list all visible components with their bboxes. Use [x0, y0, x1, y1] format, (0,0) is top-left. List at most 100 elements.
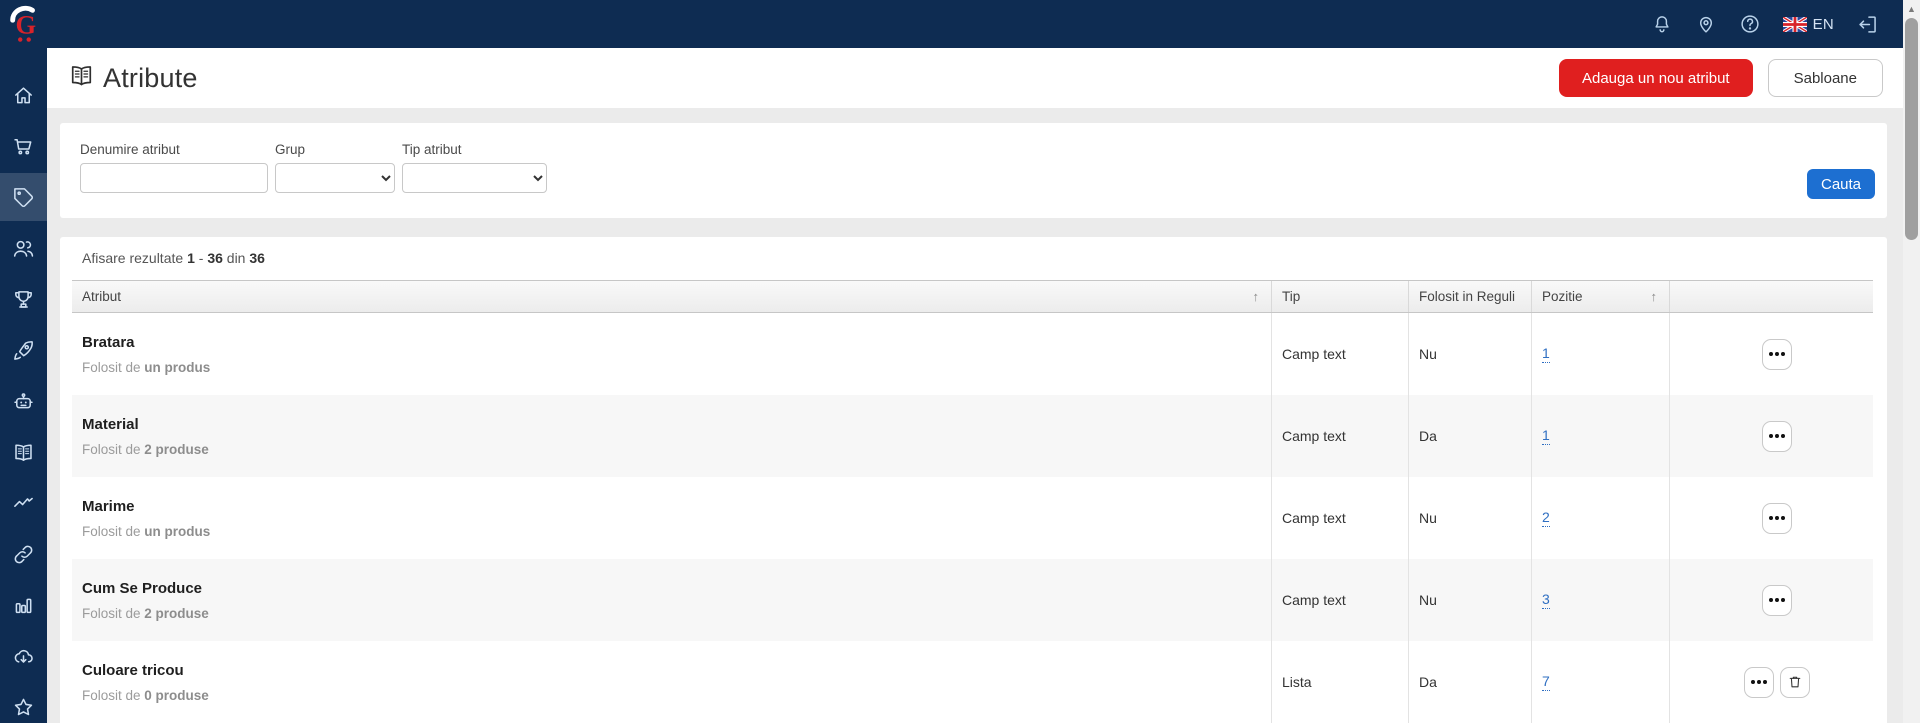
help-button[interactable] — [1739, 13, 1761, 35]
bell-icon — [1651, 13, 1673, 35]
sidebar-item-customers[interactable] — [0, 224, 47, 272]
ellipsis-icon — [1769, 352, 1773, 356]
position-link[interactable]: 7 — [1542, 673, 1550, 691]
tag-icon — [12, 186, 35, 209]
bar-chart-icon — [12, 594, 35, 617]
book-icon — [68, 62, 95, 94]
sidebar-item-automation[interactable] — [0, 377, 47, 425]
sidebar-item-import-export[interactable] — [0, 632, 47, 680]
sidebar-nav — [0, 48, 47, 723]
position-link[interactable]: 1 — [1542, 427, 1550, 445]
trophy-icon — [12, 288, 35, 311]
type-cell: Lista — [1271, 641, 1408, 723]
ellipsis-icon — [1769, 434, 1773, 438]
table-row: Cum Se ProduceFolosit de 2 produseCamp t… — [72, 559, 1873, 641]
ellipsis-icon — [1769, 598, 1773, 602]
row-more-actions-button[interactable] — [1762, 421, 1792, 452]
results-from: 1 — [187, 250, 195, 266]
page-scrollbar[interactable]: ▲ — [1903, 0, 1920, 723]
trash-icon — [1787, 674, 1803, 690]
logout-button[interactable] — [1856, 13, 1879, 36]
used-in-rules-cell: Nu — [1408, 559, 1531, 641]
content: Denumire atribut Grup Tip atribut Cauta … — [47, 108, 1903, 723]
add-attribute-button[interactable]: Adauga un nou atribut — [1559, 59, 1753, 97]
column-header-position[interactable]: Pozitie ↑ — [1531, 281, 1669, 312]
sidebar-item-favorites[interactable] — [0, 683, 47, 723]
column-header-attribute[interactable]: Atribut ↑ — [72, 281, 1271, 312]
sidebar-item-attributes[interactable] — [0, 173, 47, 221]
attribute-usage: Folosit de 2 produse — [82, 606, 1271, 621]
group-label: Grup — [275, 142, 395, 157]
topbar: G EN — [0, 0, 1903, 48]
attribute-usage: Folosit de 0 produse — [82, 688, 1271, 703]
svg-text:G: G — [15, 9, 36, 39]
scrollbar-up-arrow[interactable]: ▲ — [1903, 3, 1920, 15]
position-cell: 1 — [1531, 313, 1669, 395]
sort-ascending-icon[interactable]: ↑ — [1253, 289, 1260, 304]
attribute-name-input[interactable] — [80, 163, 268, 193]
logout-icon — [1856, 13, 1879, 36]
sidebar-item-marketing[interactable] — [0, 326, 47, 374]
row-more-actions-button[interactable] — [1762, 339, 1792, 370]
attribute-type-label: Tip atribut — [402, 142, 547, 157]
attribute-type-select[interactable] — [402, 163, 547, 193]
position-link[interactable]: 1 — [1542, 345, 1550, 363]
results-panel: Afisare rezultate 1 - 36 din 36 Atribut … — [60, 237, 1887, 723]
sidebar-item-catalog[interactable] — [0, 428, 47, 476]
scrollbar-thumb[interactable] — [1905, 18, 1918, 240]
position-link[interactable]: 3 — [1542, 591, 1550, 609]
sidebar-item-reports[interactable] — [0, 581, 47, 629]
actions-cell — [1669, 313, 1873, 395]
attribute-usage: Folosit de un produs — [82, 524, 1271, 539]
attribute-usage: Folosit de 2 produse — [82, 442, 1271, 457]
used-in-rules-cell: Da — [1408, 395, 1531, 477]
attribute-cell: MaterialFolosit de 2 produse — [72, 395, 1271, 477]
row-delete-button[interactable] — [1780, 667, 1810, 698]
sidebar-item-orders[interactable] — [0, 122, 47, 170]
column-header-type[interactable]: Tip — [1271, 281, 1408, 312]
app-logo[interactable]: G — [0, 0, 47, 48]
table-body: BrataraFolosit de un produsCamp textNu1M… — [72, 313, 1873, 723]
row-more-actions-button[interactable] — [1762, 585, 1792, 616]
column-header-actions — [1669, 281, 1873, 312]
sidebar-item-trends[interactable] — [0, 479, 47, 527]
type-cell: Camp text — [1271, 313, 1408, 395]
attribute-name: Marime — [82, 498, 1271, 515]
templates-button[interactable]: Sabloane — [1768, 59, 1883, 97]
topbar-actions: EN — [1651, 13, 1903, 36]
rocket-icon — [12, 339, 35, 362]
position-cell: 3 — [1531, 559, 1669, 641]
sidebar-item-rewards[interactable] — [0, 275, 47, 323]
attribute-cell: Marime Folosit de un produs — [72, 477, 1271, 559]
group-select[interactable] — [275, 163, 395, 193]
row-more-actions-button[interactable] — [1744, 667, 1774, 698]
results-summary: Afisare rezultate 1 - 36 din 36 — [60, 237, 1887, 276]
position-link[interactable]: 2 — [1542, 509, 1550, 527]
column-header-used-in-rules[interactable]: Folosit in Reguli — [1408, 281, 1531, 312]
link-icon — [12, 543, 35, 566]
uk-flag-icon — [1783, 17, 1807, 32]
users-icon — [12, 237, 35, 260]
notifications-button[interactable] — [1651, 13, 1673, 35]
sort-ascending-icon[interactable]: ↑ — [1651, 289, 1658, 304]
row-more-actions-button[interactable] — [1762, 503, 1792, 534]
attribute-name: Culoare tricou — [82, 662, 1271, 679]
table-row: BrataraFolosit de un produsCamp textNu1 — [72, 313, 1873, 395]
sidebar-item-home[interactable] — [0, 71, 47, 119]
book-icon — [12, 441, 35, 464]
actions-cell — [1669, 477, 1873, 559]
location-button[interactable] — [1695, 13, 1717, 35]
attribute-name: Cum Se Produce — [82, 580, 1271, 597]
type-cell: Camp text — [1271, 477, 1408, 559]
ellipsis-icon — [1751, 680, 1755, 684]
search-button[interactable]: Cauta — [1807, 169, 1875, 199]
trend-icon — [12, 492, 35, 515]
star-icon — [12, 696, 35, 719]
cart-icon — [12, 135, 35, 158]
language-selector[interactable]: EN — [1783, 16, 1834, 33]
main-area: Atribute Adauga un nou atribut Sabloane … — [47, 48, 1903, 723]
used-in-rules-cell: Da — [1408, 641, 1531, 723]
sidebar-item-links[interactable] — [0, 530, 47, 578]
gomag-logo-icon: G — [7, 4, 41, 44]
help-circle-icon — [1739, 13, 1761, 35]
